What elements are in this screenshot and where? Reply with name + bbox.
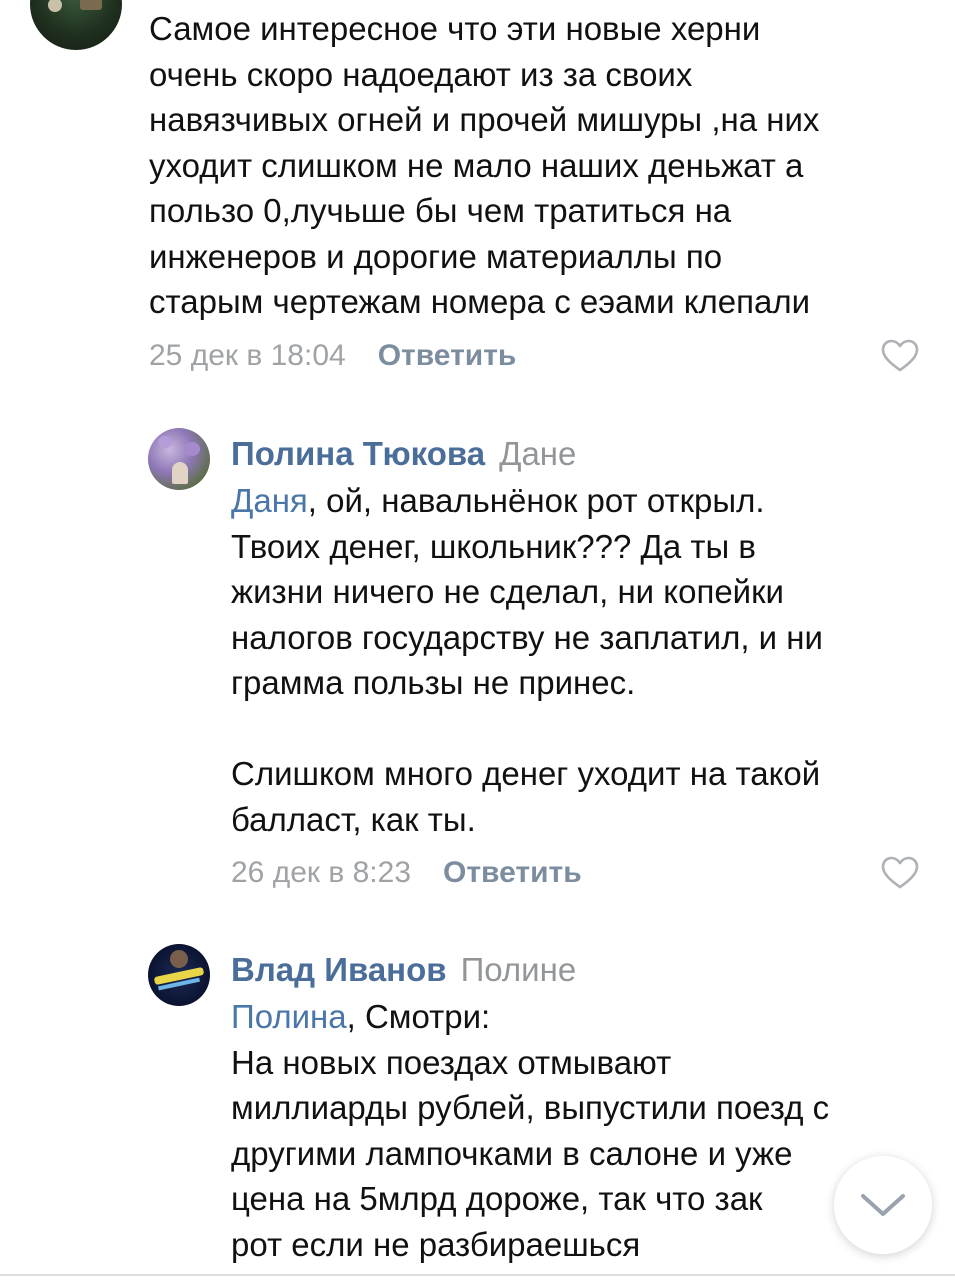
heart-outline-icon[interactable] — [881, 856, 919, 890]
reply-button[interactable]: Ответить — [378, 339, 517, 372]
reply-button[interactable]: Ответить — [443, 856, 582, 889]
author-line: Влад Иванов Полине — [231, 950, 931, 990]
comment-body: , ой, навальнёнок рот открыл. Твоих дене… — [231, 482, 823, 838]
author-name[interactable]: Влад Иванов — [231, 951, 447, 988]
comment-time: 26 дек в 8:23 — [231, 856, 412, 889]
comment-meta: 25 дек в 18:04 Ответить — [149, 338, 516, 374]
comment-meta: 26 дек в 8:23 Ответить — [231, 855, 582, 891]
divider — [0, 1274, 955, 1276]
comment-text: Полина, Смотри: На новых поездах отмываю… — [231, 994, 931, 1267]
author-line: Полина Тюкова Дане — [231, 434, 931, 474]
author-name[interactable]: Полина Тюкова — [231, 435, 485, 472]
comment-text: Даня, ой, навальнёнок рот открыл. Твоих … — [231, 478, 931, 842]
comment-2: Полина Тюкова Дане Даня, ой, навальнёнок … — [231, 434, 931, 842]
comment-body: , Смотри: На новых поездах отмывают милл… — [231, 998, 830, 1263]
comment-3: Влад Иванов Полине Полина, Смотри: На нов… — [231, 950, 931, 1267]
avatar[interactable] — [30, 0, 122, 50]
chevron-down-icon — [861, 1194, 905, 1216]
avatar[interactable] — [148, 428, 210, 490]
reply-to[interactable]: Полине — [461, 951, 577, 988]
scroll-down-button[interactable] — [834, 1156, 932, 1254]
comment-time: 25 дек в 18:04 — [149, 339, 346, 372]
avatar[interactable] — [148, 944, 210, 1006]
heart-outline-icon[interactable] — [881, 339, 919, 373]
reply-to[interactable]: Дане — [499, 435, 576, 472]
comment-text: Самое интересное что эти новые херни оче… — [149, 10, 820, 320]
mention-link[interactable]: Даня — [231, 482, 308, 519]
mention-link[interactable]: Полина — [231, 998, 347, 1035]
